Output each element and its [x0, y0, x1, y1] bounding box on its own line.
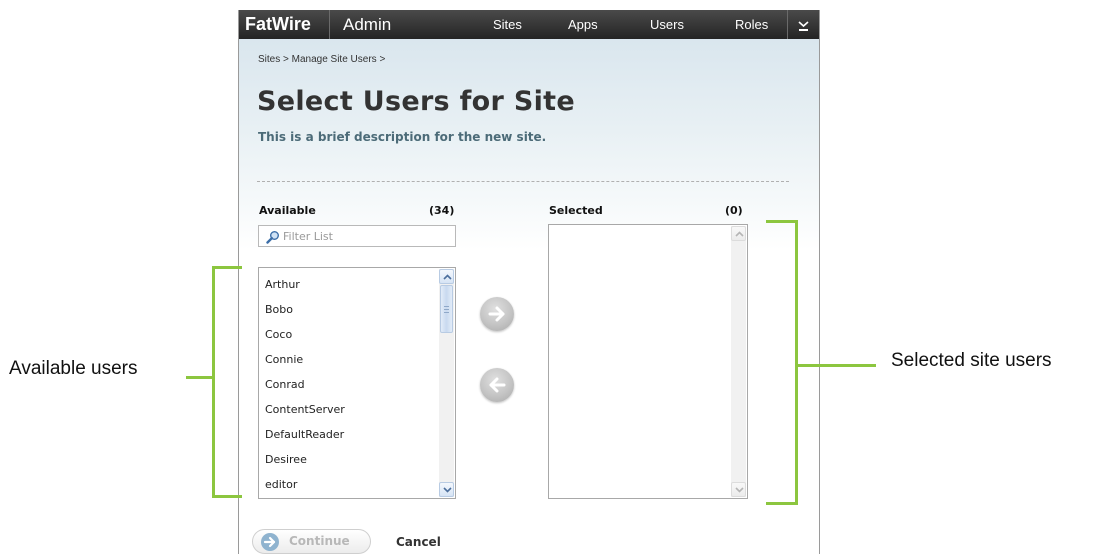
selected-label: Selected — [549, 204, 603, 217]
scroll-up-button[interactable] — [731, 226, 746, 241]
scroll-down-button[interactable] — [439, 482, 454, 497]
cancel-link[interactable]: Cancel — [396, 534, 441, 551]
scroll-up-button[interactable] — [439, 269, 454, 284]
search-icon — [266, 231, 279, 244]
app-name: Admin — [343, 15, 392, 34]
nav-divider — [329, 10, 330, 39]
nav-users[interactable]: Users — [650, 15, 684, 35]
chevron-down-icon — [735, 487, 744, 493]
menu-toggle-button[interactable] — [788, 10, 819, 39]
selected-users-bracket — [766, 220, 798, 505]
chevron-down-icon — [798, 21, 809, 31]
admin-window: FatWire Admin Sites Apps Users Roles Sit… — [238, 10, 820, 554]
scroll-down-button[interactable] — [731, 482, 746, 497]
list-item[interactable]: ContentServer — [265, 397, 435, 422]
annotation-connector — [186, 376, 214, 379]
available-users-list[interactable]: Arthur Bobo Coco Connie Conrad ContentSe… — [258, 267, 456, 499]
list-item[interactable]: Connie — [265, 347, 435, 372]
add-user-button[interactable] — [480, 297, 514, 331]
list-item[interactable]: Arthur — [265, 272, 435, 297]
available-users-annotation: Available users — [9, 358, 138, 379]
available-users-bracket — [212, 266, 242, 498]
list-item[interactable]: editor — [265, 472, 435, 497]
annotation-connector — [796, 364, 876, 367]
nav-sites[interactable]: Sites — [493, 15, 522, 35]
nav-apps[interactable]: Apps — [568, 15, 598, 35]
selected-users-annotation: Selected site users — [891, 350, 1052, 371]
arrow-left-icon — [489, 377, 506, 393]
page-title: Select Users for Site — [257, 86, 575, 117]
list-item[interactable]: Conrad — [265, 372, 435, 397]
chevron-up-icon — [735, 231, 744, 237]
selected-users-list[interactable] — [548, 224, 748, 499]
chevron-up-icon — [443, 274, 452, 280]
list-item[interactable]: DefaultReader — [265, 422, 435, 447]
continue-label: Continue — [289, 534, 350, 548]
scroll-thumb[interactable] — [440, 285, 453, 333]
continue-button[interactable]: Continue — [252, 529, 371, 554]
available-label: Available — [259, 204, 316, 217]
available-count: (34) — [429, 204, 455, 217]
remove-user-button[interactable] — [480, 368, 514, 402]
selected-list-scrollbar[interactable] — [731, 226, 746, 497]
breadcrumb: Sites > Manage Site Users > — [258, 54, 386, 65]
selected-count: (0) — [725, 204, 743, 217]
filter-list-input[interactable] — [283, 228, 448, 244]
section-divider — [257, 181, 789, 182]
page-description: This is a brief description for the new … — [258, 130, 547, 144]
list-item[interactable]: Bobo — [265, 297, 435, 322]
filter-list-field[interactable] — [258, 225, 456, 247]
list-item[interactable]: Desiree — [265, 447, 435, 472]
nav-roles[interactable]: Roles — [735, 15, 768, 35]
top-navigation-bar: FatWire Admin Sites Apps Users Roles — [239, 10, 819, 39]
arrow-right-circle-icon — [261, 533, 279, 551]
list-item[interactable]: Coco — [265, 322, 435, 347]
chevron-down-icon — [443, 487, 452, 493]
brand-logo: FatWire — [245, 14, 311, 34]
available-list-scrollbar[interactable] — [439, 269, 454, 497]
arrow-right-icon — [488, 306, 505, 322]
